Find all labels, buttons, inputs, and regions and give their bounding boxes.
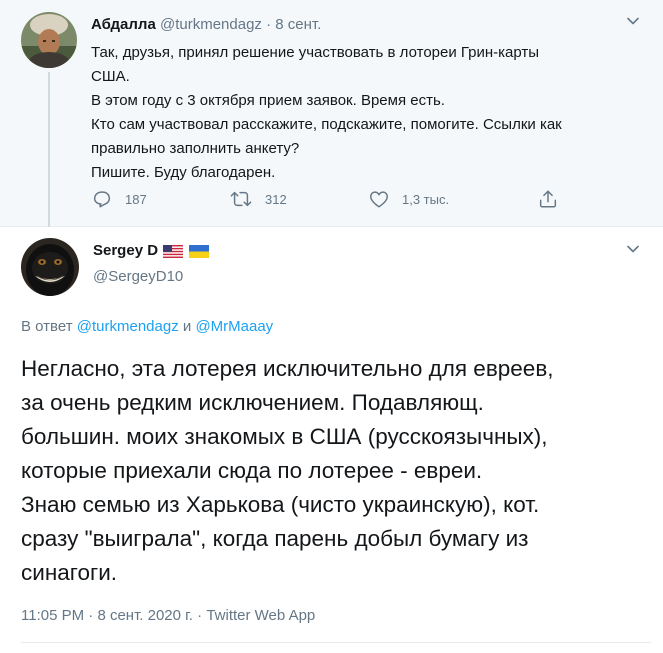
- chevron-down-icon[interactable]: [624, 12, 642, 35]
- divider: [21, 642, 651, 643]
- like-icon: [368, 188, 390, 210]
- header-separator: ·: [266, 16, 272, 33]
- tweet-time[interactable]: 11:05 PM: [21, 607, 84, 624]
- tweet-text: Негласно, эта лотерея исключительно для …: [21, 352, 651, 590]
- tweet-text-line: США.: [91, 68, 130, 85]
- retweet-icon: [229, 188, 253, 210]
- tweet-date[interactable]: 8 сент.: [275, 16, 321, 33]
- tweet-text-line: большин. моих знакомых в США (русскоязыч…: [21, 424, 548, 449]
- share-button[interactable]: [537, 188, 559, 210]
- retweet-button[interactable]: 312: [229, 188, 287, 210]
- reply-prefix: В ответ: [21, 318, 73, 335]
- us-flag-icon: [163, 244, 184, 258]
- tweet-text-line: правильно заполнить анкету?: [91, 140, 300, 157]
- retweet-count: 312: [265, 191, 287, 207]
- tweet-text-line: Негласно, эта лотерея исключительно для …: [21, 356, 554, 381]
- author-name[interactable]: Абдалла: [91, 16, 156, 33]
- tweet-thread: Абдалла @turkmendagz · 8 сент. Так, друз…: [0, 0, 663, 653]
- author-handle[interactable]: @SergeyD10: [93, 267, 183, 287]
- tweet-text-line: за очень редким исключением. Подавляющ.: [21, 390, 484, 415]
- tweet-text-line: Знаю семью из Харькова (чисто украинскую…: [21, 492, 540, 517]
- avatar[interactable]: [21, 238, 79, 296]
- tweet-text-line: Кто сам участвовал расскажите, подскажит…: [91, 116, 562, 133]
- parent-tweet[interactable]: Абдалла @turkmendagz · 8 сент. Так, друз…: [0, 0, 663, 227]
- reply-button[interactable]: 187: [91, 188, 147, 210]
- reply-icon: [91, 188, 113, 210]
- like-button[interactable]: 1,3 тыс.: [368, 188, 449, 210]
- share-icon: [537, 188, 559, 210]
- author-name[interactable]: Sergey D: [93, 241, 158, 261]
- avatar[interactable]: [21, 12, 77, 68]
- meta-separator: ·: [197, 607, 203, 624]
- ukraine-flag-icon: [189, 244, 210, 258]
- tweet-actions: 187 312 1,3 тыс.: [91, 188, 571, 214]
- tweet-header: Sergey D: [93, 241, 210, 261]
- reply-count: 187: [125, 191, 147, 207]
- tweet-text-line: сразу "выиграла", когда парень добыл бум…: [21, 526, 529, 551]
- tweet-text-line: В этом году с 3 октября прием заявок. Вр…: [91, 92, 445, 109]
- tweet-metadata: 11:05 PM · 8 сент. 2020 г. · Twitter Web…: [21, 606, 315, 626]
- mention-link[interactable]: @turkmendagz: [77, 318, 179, 335]
- tweet-text-line: Пишите. Буду благодарен.: [91, 164, 276, 181]
- tweet-date[interactable]: 8 сент. 2020 г.: [97, 607, 193, 624]
- reply-context: В ответ @turkmendagz и @MrMaaay: [21, 317, 273, 337]
- tweet-text: Так, друзья, принял решение участвовать …: [91, 41, 631, 185]
- tweet-text-line: Так, друзья, принял решение участвовать …: [91, 44, 540, 61]
- tweet-text-line: которые приехали сюда по лотерее - евреи…: [21, 458, 483, 483]
- chevron-down-icon[interactable]: [624, 240, 642, 263]
- tweet-header: Абдалла @turkmendagz · 8 сент.: [91, 15, 321, 35]
- author-handle[interactable]: @turkmendagz: [160, 16, 262, 33]
- meta-separator: ·: [88, 607, 94, 624]
- tweet-source[interactable]: Twitter Web App: [206, 607, 315, 624]
- mention-link[interactable]: @MrMaaay: [195, 318, 273, 335]
- tweet-text-line: синагоги.: [21, 560, 118, 585]
- reply-conjunction: и: [182, 318, 192, 335]
- thread-connector-line: [48, 72, 50, 227]
- like-count: 1,3 тыс.: [402, 191, 450, 207]
